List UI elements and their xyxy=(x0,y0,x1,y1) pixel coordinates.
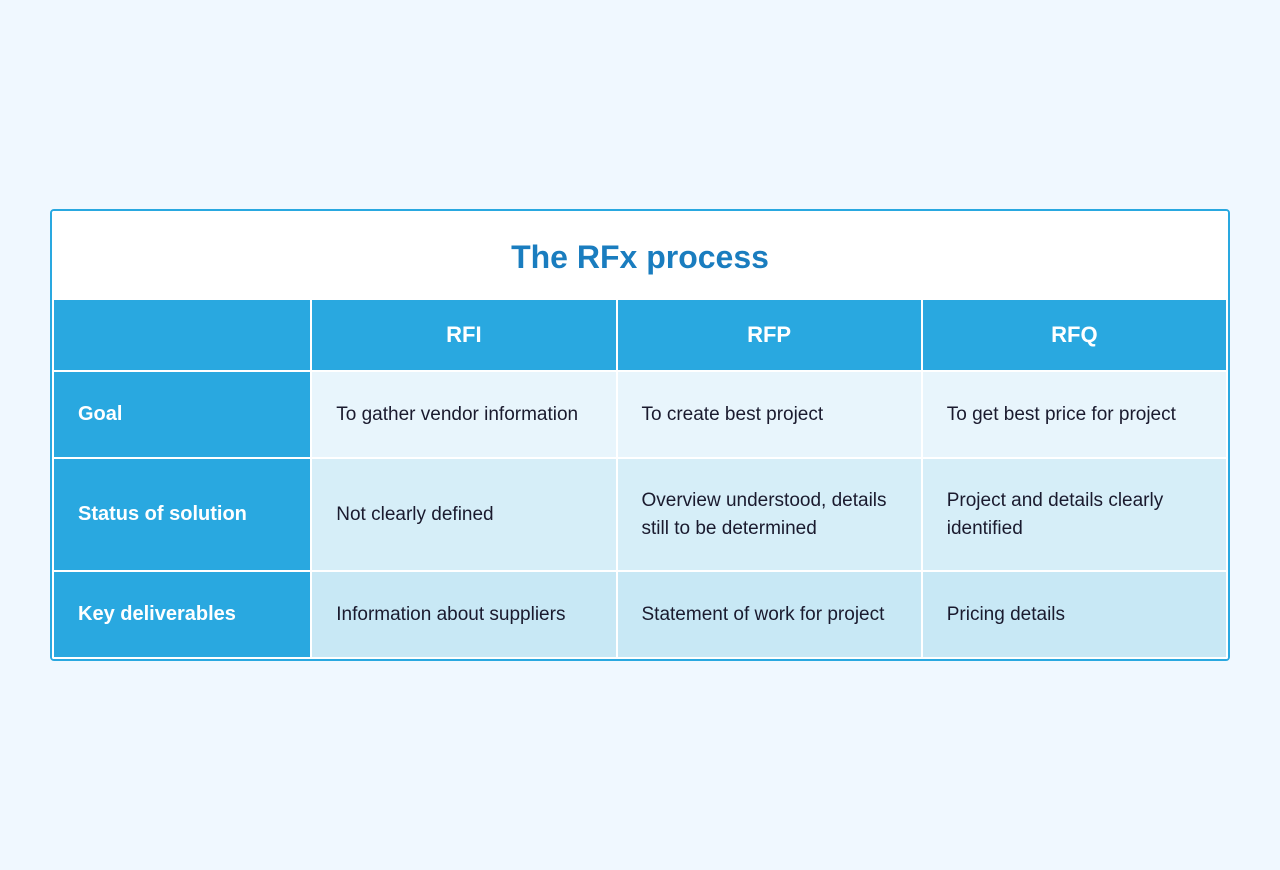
header-rfp: RFP xyxy=(617,299,922,371)
status-rfi: Not clearly defined xyxy=(311,458,616,571)
goal-rfi: To gather vendor information xyxy=(311,371,616,458)
table-row-status: Status of solution Not clearly defined O… xyxy=(53,458,1227,571)
table-row-deliverables: Key deliverables Information about suppl… xyxy=(53,571,1227,658)
table-row-goal: Goal To gather vendor information To cre… xyxy=(53,371,1227,458)
status-rfq: Project and details clearly identified xyxy=(922,458,1227,571)
goal-label: Goal xyxy=(53,371,311,458)
rfx-table-container: The RFx process RFI RFP RFQ Goal To gath… xyxy=(50,209,1230,661)
deliverables-label: Key deliverables xyxy=(53,571,311,658)
goal-rfp: To create best project xyxy=(617,371,922,458)
header-rfq: RFQ xyxy=(922,299,1227,371)
deliverables-rfp: Statement of work for project xyxy=(617,571,922,658)
goal-rfq: To get best price for project xyxy=(922,371,1227,458)
title-section: The RFx process xyxy=(52,211,1228,298)
table-header-row: RFI RFP RFQ xyxy=(53,299,1227,371)
page-title: The RFx process xyxy=(72,239,1208,276)
header-rfi: RFI xyxy=(311,299,616,371)
rfx-table: RFI RFP RFQ Goal To gather vendor inform… xyxy=(52,298,1228,659)
status-label: Status of solution xyxy=(53,458,311,571)
deliverables-rfi: Information about suppliers xyxy=(311,571,616,658)
header-label-col xyxy=(53,299,311,371)
deliverables-rfq: Pricing details xyxy=(922,571,1227,658)
status-rfp: Overview understood, details still to be… xyxy=(617,458,922,571)
